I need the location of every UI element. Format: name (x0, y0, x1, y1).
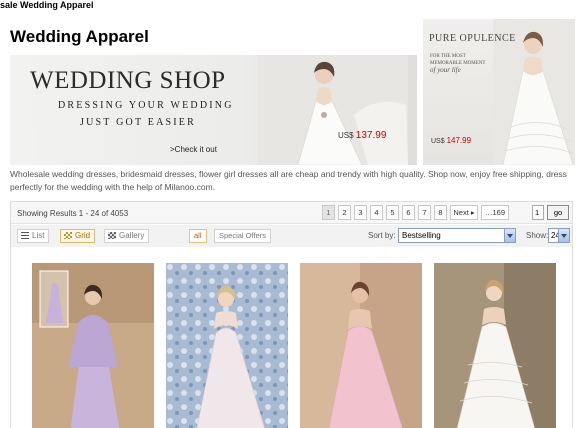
results-count: Showing Results 1 - 24 of 4053 (17, 209, 129, 218)
page-1-button[interactable]: 1 (322, 205, 335, 220)
product-image[interactable] (434, 263, 556, 428)
chevron-down-icon (504, 229, 515, 242)
results-panel: Showing Results 1 - 24 of 4053 1 2 3 4 5… (10, 201, 573, 428)
product-card[interactable] (300, 263, 422, 428)
page-4-button[interactable]: 4 (370, 205, 383, 220)
banner-title: WEDDING SHOP (30, 67, 226, 94)
breadcrumb: sale Wedding Apparel (0, 0, 94, 10)
view-toolbar: List Grid Gallery all Special Offers Sor… (11, 225, 572, 247)
product-image[interactable] (32, 263, 154, 428)
list-view-button[interactable]: List (17, 229, 50, 243)
pure-opulence-banner[interactable]: PURE OPULENCE FOR THE MOST MEMORABLE MOM… (423, 19, 575, 165)
chevron-down-icon (558, 229, 569, 242)
page-title: Wedding Apparel (10, 27, 149, 46)
results-header: Showing Results 1 - 24 of 4053 1 2 3 4 5… (11, 202, 572, 224)
banner-tagline-2: Just got easier (80, 117, 196, 128)
next-page-button[interactable]: Next ▸ (450, 205, 478, 220)
show-count-select[interactable]: 24 (548, 228, 570, 243)
side-banner-subtitle: FOR THE MOST MEMORABLE MOMENT of your li… (430, 54, 486, 74)
gallery-view-button[interactable]: Gallery (104, 229, 150, 243)
page-2-button[interactable]: 2 (338, 205, 351, 220)
gallery-icon (108, 232, 116, 239)
sort-label: Sort by: (368, 231, 396, 240)
product-grid (11, 257, 572, 428)
sort-select[interactable]: Bestselling (398, 228, 516, 243)
check-it-out-link[interactable]: >Check it out (170, 145, 217, 154)
product-image[interactable] (166, 263, 288, 428)
page-7-button[interactable]: 7 (418, 205, 431, 220)
banner-price: US$ 137.99 (338, 130, 387, 141)
page-number-input[interactable]: 1 (532, 205, 544, 220)
list-icon (21, 232, 29, 239)
product-card[interactable] (32, 263, 154, 428)
product-image[interactable] (300, 263, 422, 428)
side-banner-title: PURE OPULENCE (429, 33, 516, 44)
grid-view-button[interactable]: Grid (60, 229, 96, 243)
side-banner-price: US$ 147.99 (431, 136, 472, 145)
filter-special-offers-button[interactable]: Special Offers (214, 229, 271, 243)
last-page-button[interactable]: …169 (481, 205, 509, 220)
filter-all-button[interactable]: all (189, 229, 207, 243)
page-8-button[interactable]: 8 (434, 205, 447, 220)
page-6-button[interactable]: 6 (402, 205, 415, 220)
product-card[interactable] (434, 263, 556, 428)
banner-model-image (258, 55, 408, 165)
page-5-button[interactable]: 5 (386, 205, 399, 220)
category-description: Wholesale wedding dresses, bridesmaid dr… (10, 169, 567, 192)
grid-icon (64, 232, 72, 239)
wedding-shop-banner[interactable]: WEDDING SHOP Dressing your wedding Just … (10, 55, 417, 165)
go-button[interactable]: go (547, 205, 569, 220)
product-card[interactable] (166, 263, 288, 428)
pagination: 1 2 3 4 5 6 7 8 Next ▸ …169 (322, 205, 509, 220)
banner-tagline-1: Dressing your wedding (58, 100, 234, 111)
show-label: Show: (526, 231, 549, 240)
page-3-button[interactable]: 3 (354, 205, 367, 220)
